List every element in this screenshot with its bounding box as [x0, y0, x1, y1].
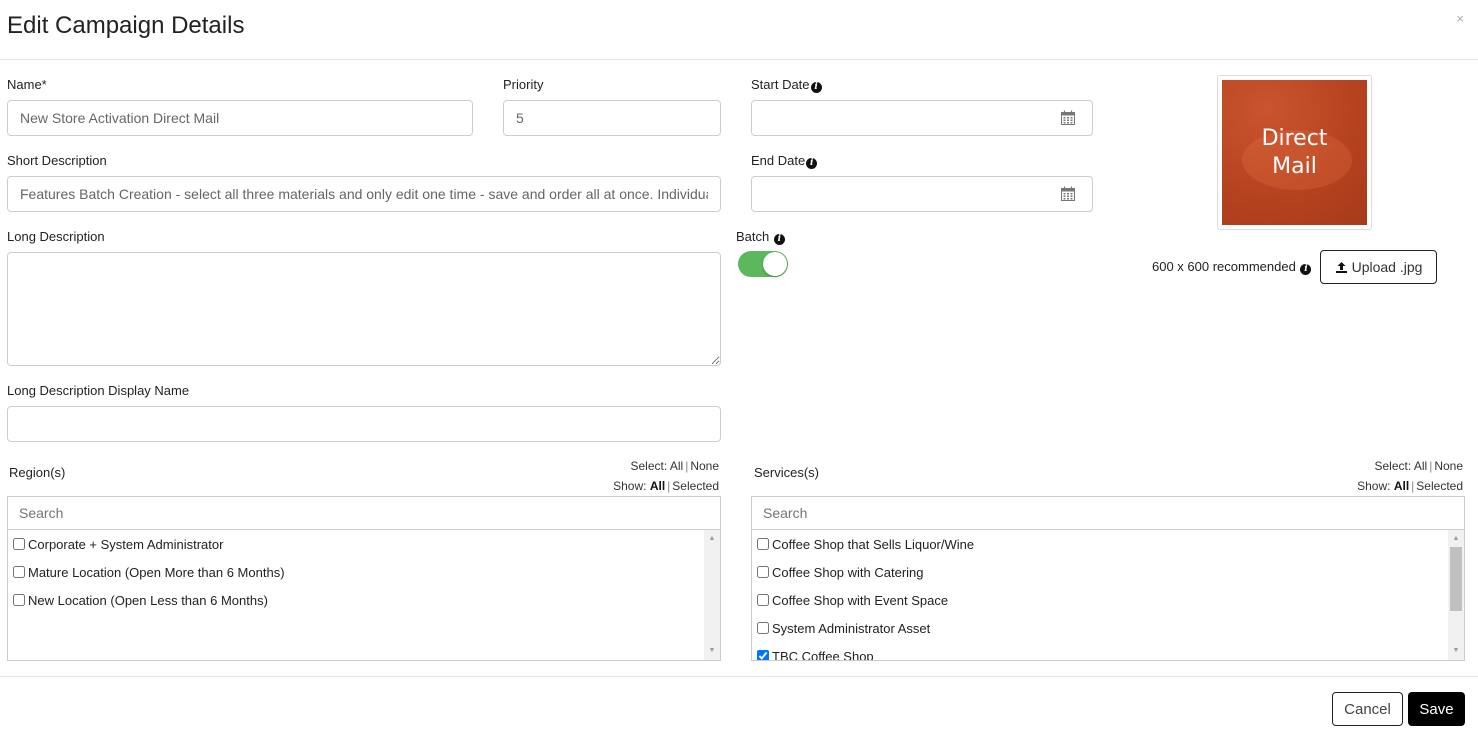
- image-text-line1: Direct: [1261, 125, 1328, 151]
- services-search-input[interactable]: [752, 497, 1464, 530]
- image-size-hint: 600 x 600 recommended i: [1152, 259, 1312, 275]
- services-select-none[interactable]: None: [1434, 459, 1463, 473]
- upload-icon: [1335, 261, 1347, 273]
- services-checkbox[interactable]: [757, 594, 769, 606]
- info-icon: i: [810, 82, 822, 93]
- regions-select-all[interactable]: All: [670, 459, 683, 473]
- services-select-all[interactable]: All: [1414, 459, 1427, 473]
- close-icon[interactable]: ×: [1456, 12, 1464, 26]
- regions-show-selected[interactable]: Selected: [672, 479, 719, 493]
- regions-list: Corporate + System Administrator Mature L…: [7, 496, 721, 661]
- list-item-label: Coffee Shop that Sells Liquor/Wine: [772, 536, 975, 552]
- regions-checkbox[interactable]: [13, 566, 25, 578]
- scroll-thumb[interactable]: [1450, 547, 1462, 611]
- list-item-label: System Administrator Asset: [772, 620, 931, 636]
- list-item-label: New Location (Open Less than 6 Months): [28, 592, 268, 608]
- regions-select-none[interactable]: None: [690, 459, 719, 473]
- list-item[interactable]: System Administrator Asset: [752, 614, 1448, 642]
- list-item-label: Coffee Shop with Catering: [772, 564, 924, 580]
- regions-show-all[interactable]: All: [650, 479, 665, 493]
- list-item[interactable]: Coffee Shop with Catering: [752, 558, 1448, 586]
- services-checkbox[interactable]: [757, 566, 769, 578]
- list-item[interactable]: New Location (Open Less than 6 Months): [8, 586, 704, 614]
- info-icon: i: [806, 158, 818, 169]
- list-item-label: Mature Location (Open More than 6 Months…: [28, 564, 285, 580]
- modal-title: Edit Campaign Details: [7, 12, 245, 39]
- start-date-label-text: Start Date: [751, 77, 810, 92]
- priority-input[interactable]: [503, 100, 721, 136]
- end-date-input[interactable]: [751, 176, 1093, 212]
- name-label: Name*: [7, 77, 47, 92]
- services-label: Services(s): [754, 465, 820, 480]
- priority-label: Priority: [503, 77, 544, 92]
- footer-divider: [0, 676, 1478, 677]
- services-list: Coffee Shop that Sells Liquor/Wine Coffee…: [751, 496, 1465, 661]
- list-item[interactable]: Coffee Shop that Sells Liquor/Wine: [752, 530, 1448, 558]
- upload-button-label: Upload .jpg: [1351, 259, 1423, 275]
- list-item[interactable]: TBC Coffee Shop: [752, 642, 1448, 660]
- list-item[interactable]: Corporate + System Administrator: [8, 530, 704, 558]
- select-label: Select:: [1374, 459, 1412, 473]
- end-date-label-text: End Date: [751, 153, 806, 168]
- long-description-label: Long Description: [7, 229, 105, 244]
- scroll-up-icon[interactable]: ▲: [704, 532, 720, 546]
- calendar-icon[interactable]: [1060, 110, 1076, 126]
- services-show-controls: Show: All | Selected: [1357, 479, 1463, 493]
- regions-select-controls: Select: All | None: [630, 459, 719, 473]
- name-input[interactable]: [7, 100, 473, 136]
- upload-jpg-button[interactable]: Upload .jpg: [1320, 250, 1437, 284]
- regions-search-input[interactable]: [8, 497, 720, 530]
- campaign-image-frame: Direct Mail: [1217, 75, 1372, 230]
- scroll-down-icon[interactable]: ▼: [1448, 644, 1464, 658]
- regions-items: Corporate + System Administrator Mature L…: [8, 530, 704, 660]
- short-description-label: Short Description: [7, 153, 107, 168]
- regions-scrollbar[interactable]: ▲ ▼: [704, 530, 720, 660]
- list-item-label: Corporate + System Administrator: [28, 536, 224, 552]
- select-label: Select:: [630, 459, 668, 473]
- start-date-label: Start Date i: [751, 77, 822, 93]
- scroll-up-icon[interactable]: ▲: [1448, 532, 1464, 546]
- long-description-display-name-label: Long Description Display Name: [7, 383, 190, 398]
- modal-header: Edit Campaign Details ×: [0, 0, 1478, 60]
- list-item-label: Coffee Shop with Event Space: [772, 592, 949, 608]
- image-size-hint-text: 600 x 600 recommended: [1152, 259, 1296, 274]
- batch-toggle[interactable]: [738, 251, 788, 277]
- services-checkbox[interactable]: [757, 622, 769, 634]
- end-date-label: End Date i: [751, 153, 818, 169]
- calendar-icon[interactable]: [1060, 186, 1076, 202]
- services-show-all[interactable]: All: [1394, 479, 1409, 493]
- show-label: Show:: [613, 479, 647, 493]
- services-show-selected[interactable]: Selected: [1416, 479, 1463, 493]
- save-button[interactable]: Save: [1408, 692, 1465, 726]
- toggle-knob: [763, 252, 787, 276]
- info-icon: i: [1300, 264, 1312, 275]
- short-description-input[interactable]: [7, 176, 721, 212]
- image-text-line2: Mail: [1272, 153, 1317, 179]
- services-items: Coffee Shop that Sells Liquor/Wine Coffee…: [752, 530, 1448, 660]
- regions-label: Region(s): [9, 465, 66, 480]
- long-description-display-name-input[interactable]: [7, 406, 721, 442]
- regions-checkbox[interactable]: [13, 594, 25, 606]
- batch-label: Batch i: [736, 229, 785, 245]
- services-select-controls: Select: All | None: [1374, 459, 1463, 473]
- cancel-button[interactable]: Cancel: [1332, 692, 1403, 726]
- show-label: Show:: [1357, 479, 1391, 493]
- info-icon: i: [773, 234, 785, 245]
- campaign-image: Direct Mail: [1222, 80, 1367, 225]
- regions-show-controls: Show: All | Selected: [613, 479, 719, 493]
- services-scrollbar[interactable]: ▲ ▼: [1448, 530, 1464, 660]
- batch-label-text: Batch: [736, 229, 770, 244]
- scroll-down-icon[interactable]: ▼: [704, 644, 720, 658]
- list-item[interactable]: Mature Location (Open More than 6 Months…: [8, 558, 704, 586]
- list-item[interactable]: Coffee Shop with Event Space: [752, 586, 1448, 614]
- services-checkbox[interactable]: [757, 538, 769, 550]
- list-item-label: TBC Coffee Shop: [772, 648, 874, 661]
- services-checkbox[interactable]: [757, 650, 769, 660]
- regions-checkbox[interactable]: [13, 538, 25, 550]
- long-description-textarea[interactable]: [7, 252, 721, 366]
- start-date-input[interactable]: [751, 100, 1093, 136]
